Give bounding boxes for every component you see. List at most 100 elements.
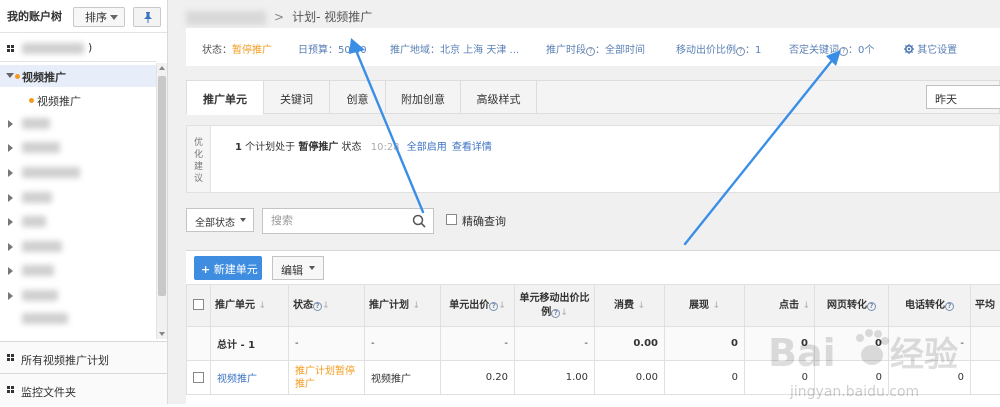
tab-keywords[interactable]: 关键词 [264,81,330,114]
help-icon[interactable]: ? [839,47,848,56]
table-cell: 视频推广 [365,361,441,395]
status-field[interactable]: 状态：暂停推广 [202,41,272,56]
schedule-key: 推广时段 [546,45,586,56]
tab-extra-creatives[interactable]: 附加创意 [386,81,461,114]
sort-arrow-icon: ↓ [498,301,506,311]
scroll-up-icon[interactable] [159,66,165,70]
expand-arrow-icon[interactable] [8,120,13,128]
enable-all-link[interactable]: 全部启用 [407,142,447,153]
schedule-setting[interactable]: 推广时段?：全部时间 [546,41,645,56]
grid-icon [7,354,14,361]
table-cell: - [515,327,595,361]
column-header[interactable]: 单元移动出价比例?↓ [515,285,595,327]
chevron-down-icon [240,218,246,222]
column-header[interactable]: 推广计划 ↓ [365,285,441,327]
account-node[interactable]: ) [0,34,156,62]
column-header[interactable]: 单元出价?↓ [441,285,515,327]
help-icon[interactable]: ? [867,302,876,311]
tree-item-redacted [22,167,80,178]
column-header[interactable]: 电话转化? [889,285,971,327]
unit-name-link[interactable]: 视频推广 [211,361,289,395]
advice-time: 10:28 [371,142,400,153]
advice-tag: 优 化 建 议 [187,126,211,192]
table-cell: 0 [889,361,971,395]
search-input[interactable] [271,214,411,227]
mobile-bid-ratio[interactable]: 移动出价比例?：1 [676,41,761,56]
exact-search-checkbox[interactable] [446,214,457,225]
expand-arrow-icon[interactable] [8,169,13,177]
mobile-bid-ratio-cell[interactable]: 1.00 [515,361,595,395]
column-header[interactable]: 点击 ↓ [745,285,815,327]
help-icon[interactable]: ? [736,47,745,56]
footer-label: 监控文件夹 [21,384,76,400]
region-setting[interactable]: 推广地域：北京 上海 天津 ... [390,41,519,56]
table-cell: 0 [745,361,815,395]
expand-arrow-icon[interactable] [8,144,13,152]
monitor-folder-link[interactable]: 监控文件夹 [0,373,167,405]
table-cell: - [441,327,515,361]
negative-keywords[interactable]: 否定关键词?：0个 [789,41,874,56]
unit-bid[interactable]: 0.20 [441,361,515,395]
column-header[interactable]: 推广单元 ↓ [211,285,289,327]
unit-status: 推广计划暂停推广 [289,361,365,395]
main-panel: > 计划- 视频推广 状态：暂停推广 日预算：50.00 推广地域：北京 上海 天… [168,0,1000,404]
advice-message: 1 个计划处于 暂停推广 状态 10:28 全部启用 查看详情 [235,138,492,153]
unit-table-area: + 新建单元 编辑 推广单元 ↓ 状态?↓ 推广计划 ↓ 单元出价?↓ 单元移动… [186,250,1000,404]
mobile-bid-key: 移动出价比例 [676,45,736,56]
sort-dropdown[interactable]: 排序 [73,7,125,27]
tree-item-redacted [22,216,46,227]
all-video-campaigns-link[interactable]: 所有视频推广计划 [0,341,167,373]
breadcrumb-current: 计划- 视频推广 [292,10,372,24]
scrollbar-thumb[interactable] [158,76,166,296]
tree-item-redacted [22,265,54,276]
tree-item-redacted [22,118,50,129]
search-icon[interactable] [412,214,426,228]
new-unit-button[interactable]: + 新建单元 [194,256,262,280]
edit-dropdown[interactable]: 编辑 [272,256,324,280]
pin-button[interactable] [133,7,161,27]
other-settings-link[interactable]: 其它设置 [904,41,957,56]
expand-arrow-icon[interactable] [8,243,13,251]
status-filter-dropdown[interactable]: 全部状态 [186,208,254,232]
expand-arrow-icon[interactable] [8,267,13,275]
help-icon[interactable]: ? [551,309,560,318]
expand-arrow-icon[interactable] [8,218,13,226]
tab-units[interactable]: 推广单元 [187,81,264,115]
help-icon[interactable]: ? [586,47,595,56]
breadcrumb-separator: > [274,10,284,24]
select-all-cell [187,285,211,327]
advice-text-b: 状态 [342,142,362,153]
select-all-checkbox[interactable] [193,299,204,310]
footer-label: 所有视频推广计划 [21,352,109,368]
expand-arrow-icon[interactable] [8,194,13,202]
help-icon[interactable]: ? [313,302,322,311]
expand-arrow-icon [6,73,14,78]
expand-arrow-icon[interactable] [8,292,13,300]
column-header[interactable]: 平均 [971,285,1000,327]
tree-item-campaign[interactable]: 视频推广 [0,65,156,87]
column-header[interactable]: 展现 ↓ [665,285,745,327]
edit-label: 编辑 [281,264,303,277]
negative-keywords-value: ：0个 [848,45,874,56]
column-header[interactable]: 网页转化? [815,285,889,327]
tab-advanced-styles[interactable]: 高级样式 [461,81,537,114]
view-detail-link[interactable]: 查看详情 [452,142,492,153]
column-header[interactable]: 消费 ↓ [595,285,665,327]
optimization-advice-panel: 优 化 建 议 1 个计划处于 暂停推广 状态 10:28 全部启用 查看详情 [186,125,1000,193]
column-header[interactable]: 状态?↓ [289,285,365,327]
sort-arrow-icon: ↓ [802,301,810,311]
help-icon[interactable]: ? [489,302,498,311]
daily-budget[interactable]: 日预算：50.00 [298,41,367,56]
help-icon[interactable]: ? [945,302,954,311]
table-header-row: 推广单元 ↓ 状态?↓ 推广计划 ↓ 单元出价?↓ 单元移动出价比例?↓ 消费 … [187,285,1000,327]
tree-item-unit[interactable]: 视频推广 [0,89,156,111]
date-range-select[interactable]: 昨天 [926,85,1000,109]
tab-creatives[interactable]: 创意 [330,81,386,114]
sidebar-scrollbar[interactable] [156,63,167,339]
scroll-down-icon[interactable] [159,332,165,336]
tab-bar: 推广单元 关键词 创意 附加创意 高级样式 [186,80,1000,114]
pin-icon [143,12,153,23]
row-checkbox[interactable] [193,372,204,383]
breadcrumb-account-redacted[interactable] [186,11,266,25]
other-settings-label: 其它设置 [917,45,957,56]
